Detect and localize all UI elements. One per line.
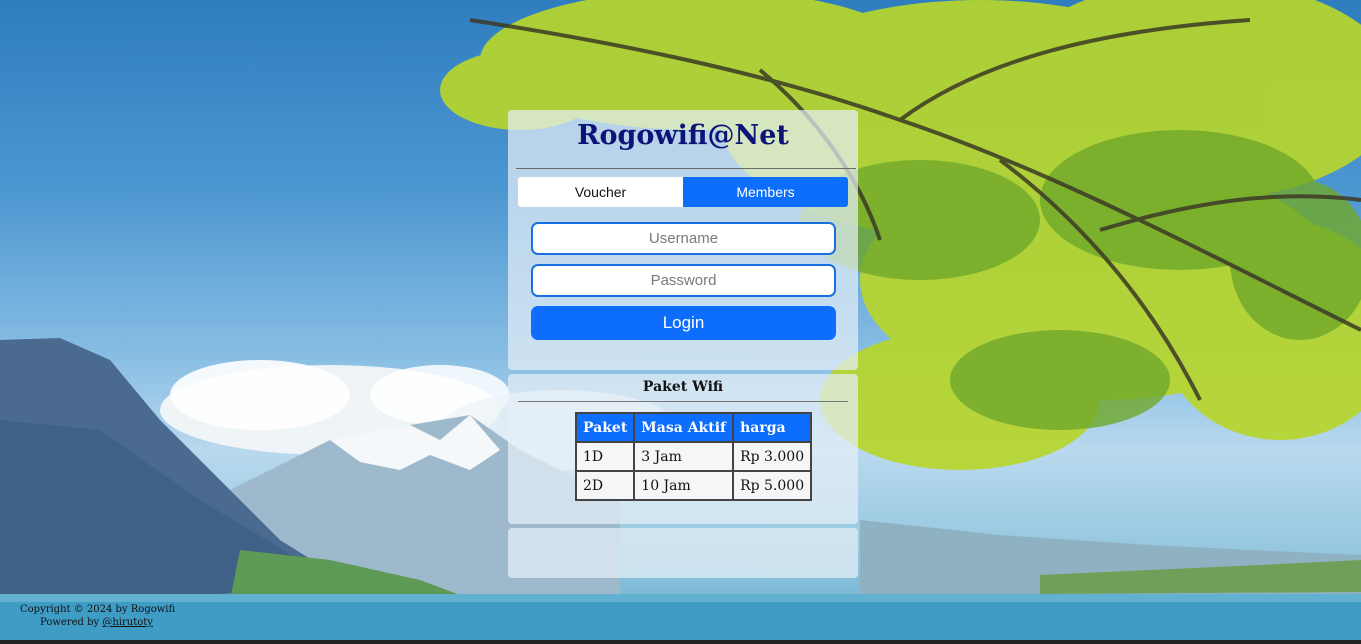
paket-title: Paket Wifi [642,379,724,395]
empty-panel [508,528,858,578]
cell-harga: Rp 5.000 [732,470,813,501]
cell-harga: Rp 3.000 [732,441,813,472]
bottom-edge-strip [0,640,1361,644]
login-button[interactable]: Login [531,306,836,340]
author-link[interactable]: @hirutoty [102,617,153,628]
header-masa-aktif: Masa Aktif [633,412,735,443]
paket-divider [518,401,848,402]
password-input[interactable] [531,264,836,297]
header-paket: Paket [574,412,636,443]
tab-members[interactable]: Members [683,177,848,207]
table-row: 1D 3 Jam Rp 3.000 [574,441,813,472]
username-input[interactable] [531,222,836,255]
tab-voucher[interactable]: Voucher [518,177,683,207]
powered-by-label: Powered by [40,617,103,628]
brand-title: Rogowifi@Net [577,120,789,151]
brand-divider [516,168,856,169]
login-tabs: Voucher Members [518,177,848,207]
header-harga: harga [732,412,813,443]
cell-paket: 2D [574,470,636,501]
cell-masa-aktif: 3 Jam [633,441,735,472]
table-header-row: Paket Masa Aktif harga [574,412,813,443]
copyright-text: Copyright © 2024 by Rogowifi [20,604,176,615]
table-row: 2D 10 Jam Rp 5.000 [574,470,813,501]
cell-masa-aktif: 10 Jam [633,470,735,501]
footer: Copyright © 2024 by Rogowifi Powered by … [20,603,175,629]
powered-by-line: Powered by @hirutoty [20,616,175,629]
cell-paket: 1D [574,441,636,472]
paket-table: Paket Masa Aktif harga 1D 3 Jam Rp 3.000… [574,412,813,501]
